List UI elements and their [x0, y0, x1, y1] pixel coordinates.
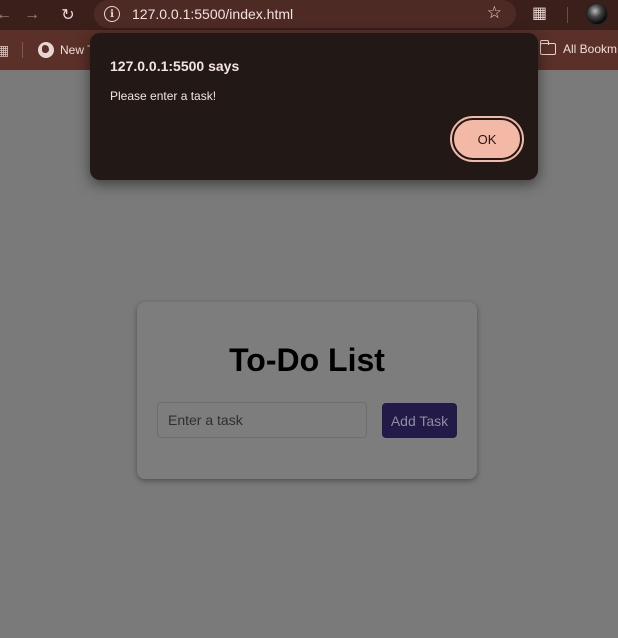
add-task-button[interactable]: Add Task — [382, 403, 457, 438]
all-bookmarks-label: All Bookm — [563, 42, 618, 56]
folder-icon — [539, 40, 556, 55]
task-input[interactable] — [157, 402, 367, 438]
all-bookmarks-button[interactable]: All Bookm — [539, 40, 618, 56]
ok-button[interactable]: OK — [450, 116, 524, 162]
forward-arrow-icon[interactable]: → — [18, 1, 46, 29]
alert-title: 127.0.0.1:5500 says — [110, 58, 240, 74]
profile-avatar-icon[interactable] — [586, 3, 608, 25]
alert-message: Please enter a task! — [110, 89, 217, 103]
reload-icon[interactable]: ↻ — [54, 1, 82, 29]
bookmarks-divider — [22, 42, 23, 58]
toolbar-divider — [567, 7, 568, 23]
bookmark-item-new-tab[interactable]: New T — [38, 42, 94, 58]
extensions-puzzle-icon[interactable]: ▦ — [532, 3, 547, 23]
browser-toolbar: ← → ↻ i 127.0.0.1:5500/index.html ☆ ▦ — [0, 0, 618, 30]
apps-grid-icon[interactable]: ▦ — [0, 42, 9, 59]
address-bar[interactable]: i 127.0.0.1:5500/index.html ☆ — [94, 0, 516, 28]
alert-dialog: 127.0.0.1:5500 says Please enter a task!… — [90, 33, 538, 180]
globe-icon — [38, 42, 54, 58]
todo-card: To-Do List Add Task — [137, 302, 477, 479]
page-title: To-Do List — [229, 342, 385, 378]
back-arrow-icon[interactable]: ← — [0, 1, 18, 29]
site-info-icon[interactable]: i — [104, 6, 120, 22]
url-text: 127.0.0.1:5500/index.html — [132, 6, 294, 22]
bookmark-star-icon[interactable]: ☆ — [487, 3, 502, 23]
